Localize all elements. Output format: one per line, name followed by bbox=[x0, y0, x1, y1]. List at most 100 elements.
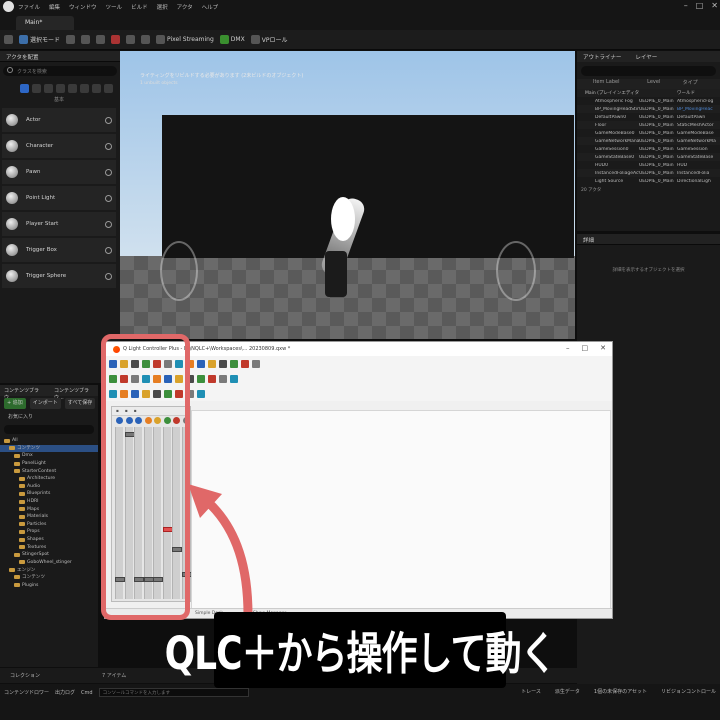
add-button[interactable]: + 追加 bbox=[4, 398, 26, 409]
info-icon[interactable] bbox=[105, 142, 112, 150]
menu-edit[interactable]: 編集 bbox=[49, 3, 60, 11]
trace-button[interactable]: トレース bbox=[521, 688, 541, 695]
moving-head-fixture[interactable] bbox=[325, 251, 347, 297]
content-search-input[interactable] bbox=[4, 425, 94, 434]
qlc-toolbar-button-icon[interactable] bbox=[197, 389, 205, 398]
folder-item[interactable]: All bbox=[0, 437, 98, 445]
category-lights-icon[interactable] bbox=[32, 83, 41, 93]
tab-content-browser-1[interactable]: コンテンツブラウ... bbox=[4, 387, 48, 401]
qlc-toolbar-button-icon[interactable] bbox=[230, 374, 238, 383]
info-icon[interactable] bbox=[105, 272, 112, 280]
actor-item-player-start[interactable]: Player Start bbox=[2, 212, 116, 236]
stop-icon[interactable] bbox=[111, 35, 121, 44]
pixel-streaming-button[interactable]: Pixel Streaming bbox=[156, 35, 214, 44]
menu-select[interactable]: 選択 bbox=[157, 3, 168, 11]
column-level[interactable]: Level bbox=[647, 79, 682, 89]
folder-item[interactable]: Blueprints bbox=[0, 490, 98, 498]
outliner-row[interactable]: Floor UEDPIE_0_Main StaticMeshActor bbox=[577, 121, 720, 129]
pause-icon[interactable] bbox=[126, 35, 136, 44]
folder-item[interactable]: Dmx bbox=[0, 452, 98, 460]
maximize-icon[interactable]: □ bbox=[696, 1, 704, 10]
console-command-input[interactable]: コンソールコマンドを入力します bbox=[98, 688, 249, 697]
outliner-row[interactable]: GameNetworkManager0UEDPIE_0_MainGameNetw… bbox=[577, 137, 720, 145]
vp-roll-button[interactable]: VPロール bbox=[250, 35, 287, 44]
qlc-toolbar-button-icon[interactable] bbox=[219, 374, 227, 383]
info-icon[interactable] bbox=[105, 220, 112, 228]
dmx-button[interactable]: DMX bbox=[219, 35, 245, 44]
qlc-toolbar-button-icon[interactable] bbox=[197, 359, 205, 368]
qlc-close-icon[interactable]: ✕ bbox=[600, 344, 606, 352]
outliner-row[interactable]: Light Source UEDPIE_0_Main DirectionalLigh bbox=[577, 177, 720, 185]
outliner-row[interactable]: GameStateBase0 UEDPIE_0_Main GameStateBase bbox=[577, 153, 720, 161]
outliner-search-input[interactable] bbox=[581, 66, 716, 76]
folder-item[interactable]: Plugins bbox=[0, 581, 98, 589]
import-button[interactable]: インポート bbox=[29, 398, 61, 409]
folder-item[interactable]: GoboWheel_stinger bbox=[0, 559, 98, 567]
menu-file[interactable]: ファイル bbox=[18, 3, 40, 11]
save-icon[interactable] bbox=[4, 35, 13, 44]
eject-icon[interactable] bbox=[141, 35, 151, 44]
cmd-dropdown[interactable]: Cmd bbox=[81, 690, 93, 696]
sequence-icon[interactable] bbox=[96, 35, 106, 44]
category-basic-icon[interactable] bbox=[20, 83, 29, 93]
add-actor-icon[interactable] bbox=[66, 35, 76, 44]
category-volumes-icon[interactable] bbox=[68, 83, 77, 93]
menu-tools[interactable]: ツール bbox=[106, 3, 123, 11]
tab-details[interactable]: 詳細 bbox=[577, 234, 720, 245]
folder-item[interactable]: Props bbox=[0, 528, 98, 536]
folder-item[interactable]: Audio bbox=[0, 483, 98, 491]
info-icon[interactable] bbox=[105, 168, 112, 176]
collection-section[interactable]: コレクション bbox=[0, 668, 98, 683]
category-all-icon[interactable] bbox=[92, 83, 101, 93]
folder-item[interactable]: PanelLight bbox=[0, 460, 98, 468]
tab-place-actors[interactable]: アクタを配置 bbox=[0, 51, 120, 62]
tab-main[interactable]: Main* bbox=[16, 16, 74, 30]
actor-item-trigger-sphere[interactable]: Trigger Sphere bbox=[2, 264, 116, 288]
outliner-row[interactable]: BP_MovingHeadStingerUEDPIE_0_MainBP_Movi… bbox=[577, 105, 720, 113]
qlc-toolbar-button-icon[interactable] bbox=[230, 359, 238, 368]
category-cinematic-icon[interactable] bbox=[80, 83, 89, 93]
minimize-icon[interactable]: – bbox=[684, 1, 688, 10]
folder-item[interactable]: Particles bbox=[0, 521, 98, 529]
outliner-row[interactable]: Atmospheric Fog UEDPIE_0_Main AtmosphericF… bbox=[577, 97, 720, 105]
close-icon[interactable]: ✕ bbox=[711, 1, 718, 10]
output-log-button[interactable]: 出力ログ bbox=[55, 689, 75, 696]
qlc-toolbar-button-icon[interactable] bbox=[219, 359, 227, 368]
info-icon[interactable] bbox=[105, 246, 112, 254]
folder-item[interactable]: Textures bbox=[0, 543, 98, 551]
menu-help[interactable]: ヘルプ bbox=[202, 3, 219, 11]
content-drawer-button[interactable]: コンテンツドロワー bbox=[4, 689, 49, 696]
left-joystick-gizmo[interactable] bbox=[160, 241, 198, 301]
tab-outliner[interactable]: アウトライナー bbox=[583, 53, 621, 62]
qlc-toolbar-button-icon[interactable] bbox=[208, 374, 216, 383]
folder-item[interactable]: コンテンツ bbox=[0, 574, 98, 582]
folder-item[interactable]: コンテンツ bbox=[0, 444, 98, 453]
column-type[interactable]: タイプ bbox=[683, 79, 720, 89]
qlc-toolbar-button-icon[interactable] bbox=[252, 359, 260, 368]
right-joystick-gizmo[interactable] bbox=[496, 241, 536, 301]
qlc-toolbar-button-icon[interactable] bbox=[197, 374, 205, 383]
unsaved-assets-button[interactable]: 1個の未保存のアセット bbox=[594, 688, 647, 695]
column-item-label[interactable]: Item Label bbox=[589, 79, 647, 89]
tab-layers[interactable]: レイヤー bbox=[635, 53, 657, 62]
qlc-minimize-icon[interactable]: – bbox=[566, 344, 570, 352]
outliner-row[interactable]: HUD0 UEDPIE_0_Main HUD bbox=[577, 161, 720, 169]
level-viewport[interactable]: ライティングをリビルドする必要があります (2未ビルドのオブジェクト) 1 un… bbox=[120, 51, 575, 339]
qlc-maximize-icon[interactable]: □ bbox=[582, 344, 589, 352]
qlc-toolbar-button-icon[interactable] bbox=[241, 359, 249, 368]
class-search-input[interactable]: クラスを検索 bbox=[3, 66, 117, 76]
info-icon[interactable] bbox=[105, 116, 112, 124]
folder-item[interactable]: Maps bbox=[0, 505, 98, 513]
qlc-toolbar-button-icon[interactable] bbox=[208, 359, 216, 368]
select-mode-button[interactable]: 選択モード bbox=[19, 35, 60, 44]
folder-item[interactable]: Shapes bbox=[0, 536, 98, 544]
folder-item[interactable]: Materials bbox=[0, 513, 98, 521]
folder-item[interactable]: StingerSpot bbox=[0, 551, 98, 559]
actor-item-actor[interactable]: Actor bbox=[2, 108, 116, 132]
outliner-row[interactable]: Main (プレイインエディタ) ワールド bbox=[577, 89, 720, 97]
save-all-button[interactable]: すべて保存 bbox=[64, 398, 96, 409]
menu-window[interactable]: ウィンドウ bbox=[69, 3, 97, 11]
blueprint-icon[interactable] bbox=[81, 35, 91, 44]
category-more-icon[interactable] bbox=[104, 83, 113, 93]
outliner-row[interactable]: DefaultPawn0 UEDPIE_0_Main DefaultPawn bbox=[577, 113, 720, 121]
